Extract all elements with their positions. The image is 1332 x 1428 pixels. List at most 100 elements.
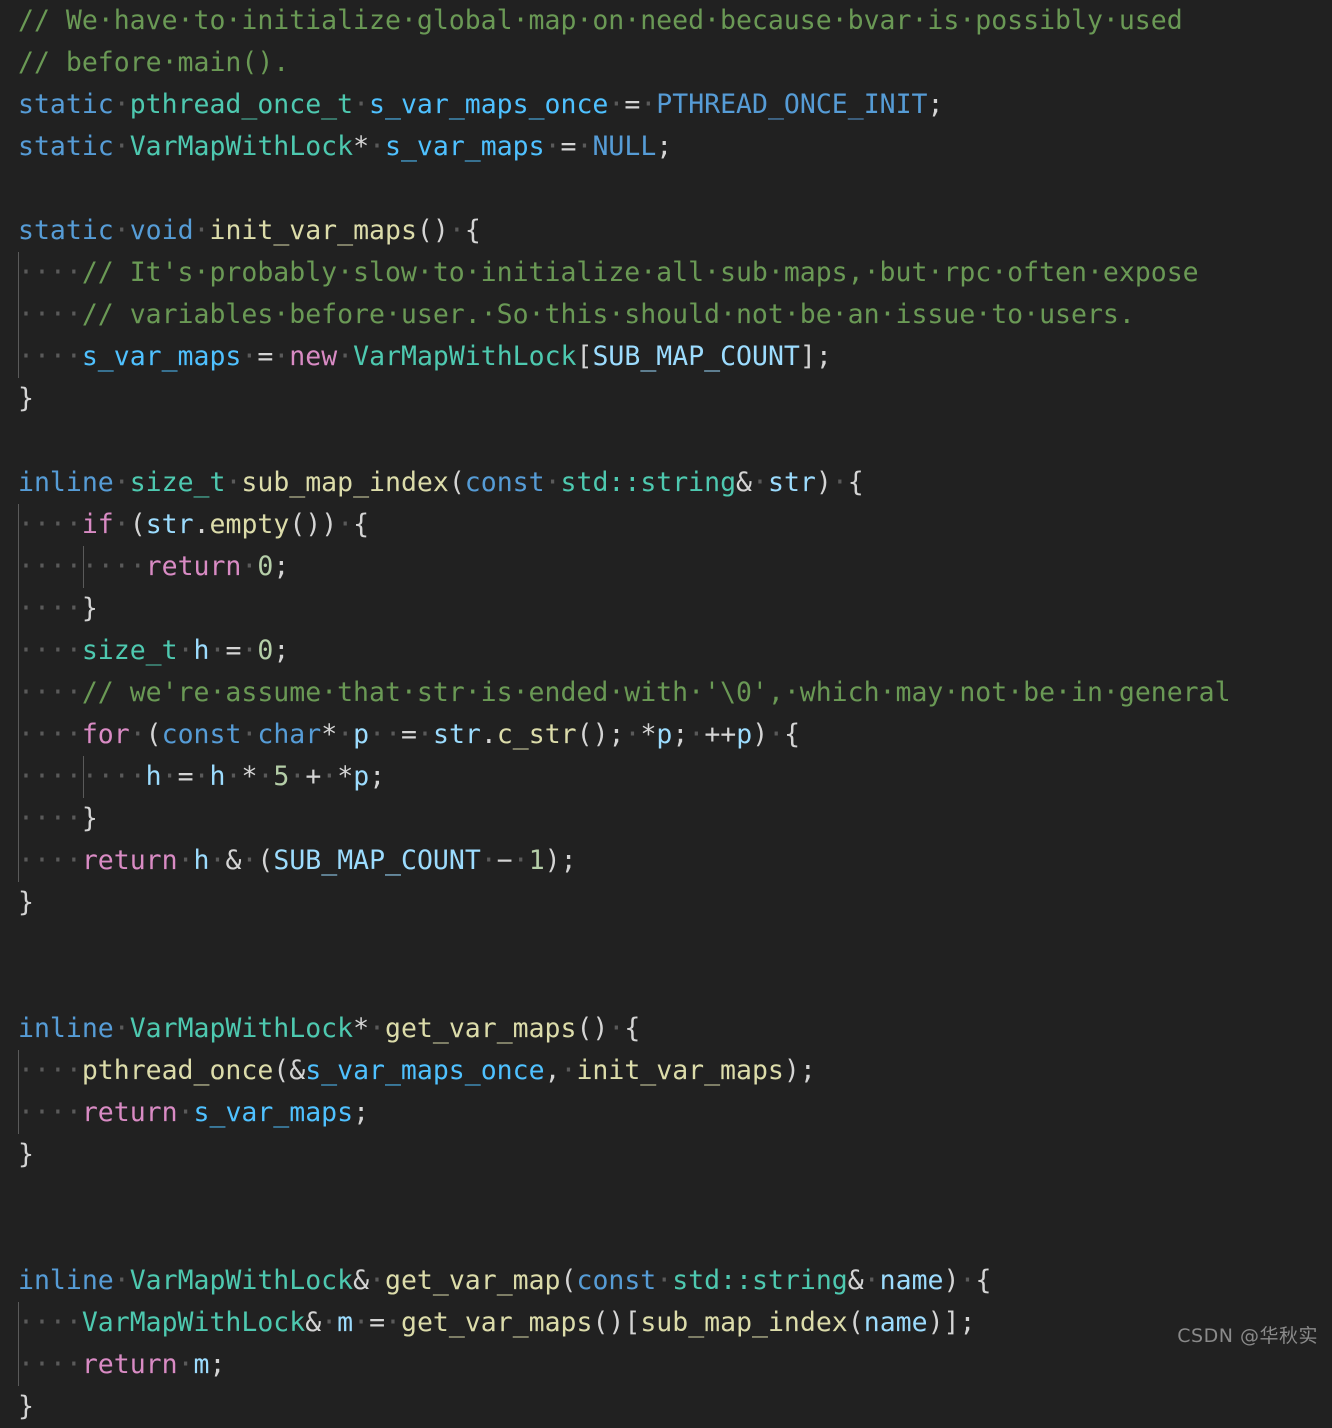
code-line[interactable] <box>0 420 1332 462</box>
whitespace-dots: · <box>209 845 226 876</box>
code-line[interactable]: inline·VarMapWithLock*·get_var_maps()·{ <box>0 1008 1332 1050</box>
indent-guide <box>82 756 84 798</box>
code-line[interactable]: ········h·=·h·*·5·+·*p; <box>0 756 1332 798</box>
token-macro: NULL <box>592 131 657 162</box>
token-punc: (); <box>576 719 625 750</box>
code-line[interactable]: inline·size_t·sub_map_index(const·std::s… <box>0 462 1332 504</box>
token-svar: s_var_maps <box>193 1097 354 1128</box>
indent-guide <box>18 504 19 546</box>
code-line[interactable]: ····VarMapWithLock&·m·=·get_var_maps()[s… <box>0 1302 1332 1344</box>
token-punc: ; <box>656 131 673 162</box>
token-ctrl: return <box>81 845 178 876</box>
whitespace-dots: · <box>209 635 226 666</box>
token-punc: + <box>305 761 322 792</box>
token-punc: ; <box>273 551 290 582</box>
token-punc: & <box>736 467 753 498</box>
code-line[interactable] <box>0 924 1332 966</box>
token-punc: ++ <box>704 719 737 750</box>
code-line[interactable] <box>0 1176 1332 1218</box>
whitespace-dots: ···· <box>81 761 146 792</box>
code-line[interactable]: ····} <box>0 798 1332 840</box>
token-punc: * <box>321 719 338 750</box>
token-punc: ; <box>353 1097 370 1128</box>
code-line[interactable]: ····} <box>0 588 1332 630</box>
token-var: p <box>656 719 673 750</box>
whitespace-dots: ···· <box>18 635 82 666</box>
token-type: VarMapWithLock <box>81 1307 306 1338</box>
token-punc: & <box>847 1265 864 1296</box>
code-line[interactable]: ····pthread_once(&s_var_maps_once,·init_… <box>0 1050 1332 1092</box>
whitespace-dots: ···· <box>18 299 82 330</box>
token-keyword: static <box>18 131 114 162</box>
whitespace-dots: · <box>321 761 338 792</box>
token-keyword: inline <box>18 467 114 498</box>
code-line[interactable] <box>0 1218 1332 1260</box>
indent-guide <box>18 756 19 798</box>
token-func: empty <box>209 509 290 540</box>
whitespace-dots: · <box>241 551 258 582</box>
whitespace-dots: ···· <box>18 551 82 582</box>
code-editor-viewport[interactable]: // We·have·to·initialize·global·map·on·n… <box>0 0 1332 1422</box>
whitespace-dots: · <box>241 719 258 750</box>
token-var: h <box>145 761 162 792</box>
code-line[interactable]: ········return·0; <box>0 546 1332 588</box>
token-punc: & <box>225 845 242 876</box>
code-line[interactable]: ····// we're·assume·that·str·is·ended·wi… <box>0 672 1332 714</box>
token-func: get_var_maps <box>385 1013 577 1044</box>
whitespace-dots: · <box>480 845 497 876</box>
indent-guide <box>18 336 19 378</box>
whitespace-dots: ···· <box>18 1349 82 1380</box>
token-punc: [ <box>576 341 593 372</box>
code-line[interactable]: static·pthread_once_t·s_var_maps_once·=·… <box>0 84 1332 126</box>
indent-guide <box>18 840 19 882</box>
code-line[interactable]: ····s_var_maps·=·new·VarMapWithLock[SUB_… <box>0 336 1332 378</box>
token-keyword: const <box>161 719 242 750</box>
code-line[interactable]: ····size_t·h·=·0; <box>0 630 1332 672</box>
code-line[interactable]: // We·have·to·initialize·global·map·on·n… <box>0 0 1332 42</box>
token-ctrl: new <box>289 341 338 372</box>
whitespace-dots: · <box>337 341 354 372</box>
code-line[interactable]: ····return·h·&·(SUB_MAP_COUNT·−·1); <box>0 840 1332 882</box>
code-line[interactable]: } <box>0 882 1332 924</box>
whitespace-dots: ·· <box>369 719 402 750</box>
code-line[interactable]: ····// It's·probably·slow·to·initialize·… <box>0 252 1332 294</box>
code-line[interactable]: static·VarMapWithLock*·s_var_maps·=·NULL… <box>0 126 1332 168</box>
code-line[interactable]: } <box>0 1134 1332 1176</box>
code-line[interactable]: ····return·s_var_maps; <box>0 1092 1332 1134</box>
whitespace-dots: · <box>225 761 242 792</box>
whitespace-dots: · <box>640 89 657 120</box>
whitespace-dots: · <box>959 1265 976 1296</box>
code-line[interactable]: ····return·m; <box>0 1344 1332 1386</box>
whitespace-dots: · <box>863 1265 880 1296</box>
code-line[interactable]: inline·VarMapWithLock&·get_var_map(const… <box>0 1260 1332 1302</box>
whitespace-dots: · <box>113 467 130 498</box>
csdn-watermark: CSDN @华秋实 <box>1177 1325 1318 1347</box>
code-line[interactable]: static·void·init_var_maps()·{ <box>0 210 1332 252</box>
token-ctrl: return <box>81 1349 178 1380</box>
token-punc: ( <box>448 467 465 498</box>
code-line[interactable]: } <box>0 378 1332 420</box>
whitespace-dots: · <box>369 1013 386 1044</box>
indent-guide <box>18 1302 19 1344</box>
token-punc: ( <box>257 845 274 876</box>
token-punc: () <box>576 1013 609 1044</box>
code-surface[interactable]: // We·have·to·initialize·global·map·on·n… <box>0 0 1332 1428</box>
code-line[interactable]: // before·main(). <box>0 42 1332 84</box>
code-line[interactable] <box>0 966 1332 1008</box>
whitespace-dots: · <box>337 509 354 540</box>
code-line[interactable]: ····// variables·before·user.·So·this·sh… <box>0 294 1332 336</box>
token-punc: ( <box>560 1265 577 1296</box>
token-punc: = <box>257 341 274 372</box>
code-line[interactable]: } <box>0 1386 1332 1428</box>
code-line[interactable] <box>0 168 1332 210</box>
code-line[interactable]: ····if·(str.empty())·{ <box>0 504 1332 546</box>
whitespace-dots: ···· <box>18 593 82 624</box>
token-punc: . <box>193 509 210 540</box>
whitespace-dots: ···· <box>18 1307 82 1338</box>
code-line[interactable]: ····for·(const·char*·p··=·str.c_str();·*… <box>0 714 1332 756</box>
indent-guide <box>18 588 19 630</box>
whitespace-dots: · <box>225 467 242 498</box>
token-ctrl: return <box>145 551 242 582</box>
token-punc: = <box>225 635 242 666</box>
token-punc: ); <box>544 845 577 876</box>
